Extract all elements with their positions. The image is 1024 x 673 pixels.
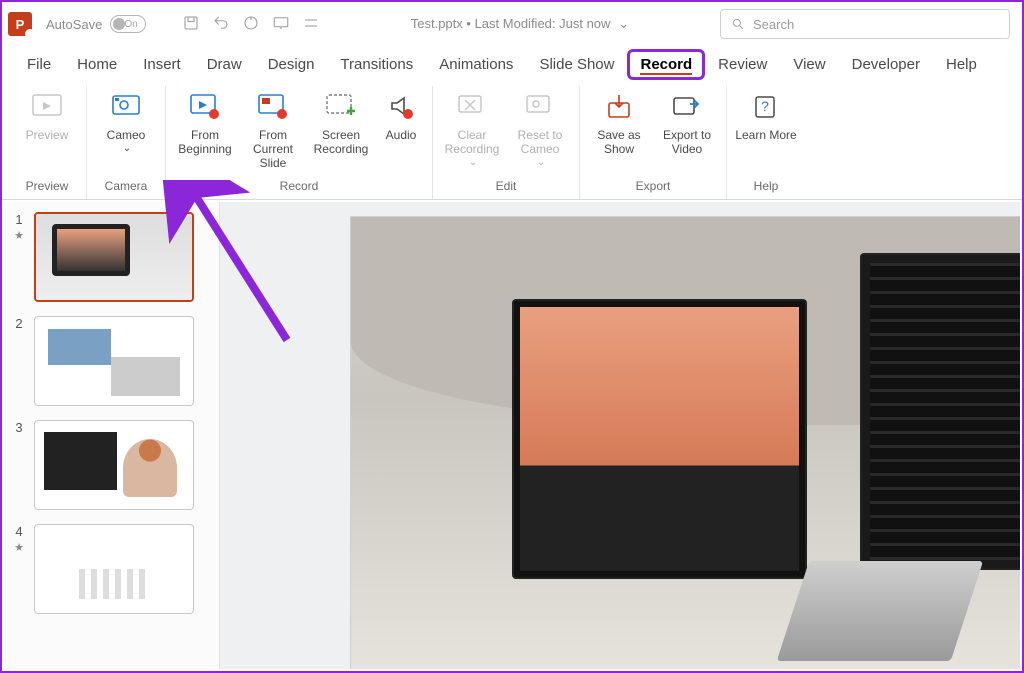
title-bar: P AutoSave On Test.pptx • Last Modified:…	[2, 2, 1022, 46]
cameo-button[interactable]: Cameo ⌄	[93, 86, 159, 156]
group-edit: Clear Recording⌄ Reset to Cameo⌄ Edit	[433, 86, 580, 199]
app-icon: P	[8, 12, 32, 36]
current-slide[interactable]	[350, 216, 1020, 669]
learn-more-button[interactable]: ? Learn More	[733, 86, 799, 142]
present-icon[interactable]	[272, 14, 290, 35]
redo-icon[interactable]	[242, 14, 260, 35]
overflow-icon[interactable]	[302, 14, 320, 35]
save-as-show-button[interactable]: Save as Show	[586, 86, 652, 156]
tab-animations[interactable]: Animations	[426, 50, 526, 79]
save-as-show-icon	[602, 90, 636, 124]
reset-cameo-icon	[523, 90, 557, 124]
undo-icon[interactable]	[212, 14, 230, 35]
tab-design[interactable]: Design	[255, 50, 328, 79]
cameo-icon	[109, 90, 143, 124]
group-help: ? Learn More Help	[727, 86, 805, 199]
search-input[interactable]: Search	[720, 9, 1010, 39]
autosave-toggle[interactable]: AutoSave On	[46, 15, 168, 33]
chevron-down-icon: ⌄	[618, 16, 629, 31]
preview-button: Preview	[14, 86, 80, 142]
animation-star-icon: ★	[14, 541, 24, 554]
tab-transitions[interactable]: Transitions	[327, 50, 426, 79]
slide-thumbnails-panel[interactable]: 1★ 2 3 4★	[4, 202, 220, 669]
tab-developer[interactable]: Developer	[839, 50, 933, 79]
from-beginning-icon	[188, 90, 222, 124]
tab-review[interactable]: Review	[705, 50, 780, 79]
audio-icon	[384, 90, 418, 124]
quick-access-toolbar	[182, 14, 320, 35]
group-camera: Cameo ⌄ Camera	[87, 86, 166, 199]
from-beginning-button[interactable]: From Beginning	[172, 86, 238, 156]
ribbon: Preview Preview Cameo ⌄ Camera From Begi…	[2, 82, 1022, 200]
autosave-label: AutoSave	[46, 17, 102, 32]
group-export: Save as Show Export to Video Export	[580, 86, 727, 199]
workspace: 1★ 2 3 4★	[4, 202, 1020, 669]
screen-recording-button[interactable]: Screen Recording	[308, 86, 374, 156]
from-current-icon	[256, 90, 290, 124]
ribbon-tabs: File Home Insert Draw Design Transitions…	[2, 46, 1022, 82]
preview-icon	[30, 90, 64, 124]
learn-more-icon: ?	[749, 90, 783, 124]
from-current-slide-button[interactable]: From Current Slide	[240, 86, 306, 170]
thumbnail-1[interactable]: 1★	[12, 212, 211, 302]
search-icon	[731, 17, 745, 31]
tab-help[interactable]: Help	[933, 50, 990, 79]
clear-recording-icon	[455, 90, 489, 124]
export-video-icon	[670, 90, 704, 124]
tab-insert[interactable]: Insert	[130, 50, 194, 79]
tab-view[interactable]: View	[780, 50, 838, 79]
clear-recording-button: Clear Recording⌄	[439, 86, 505, 170]
audio-button[interactable]: Audio	[376, 86, 426, 142]
thumbnail-3[interactable]: 3	[12, 420, 211, 510]
tab-file[interactable]: File	[14, 50, 64, 79]
thumbnail-2[interactable]: 2	[12, 316, 211, 406]
document-title[interactable]: Test.pptx • Last Modified: Just now ⌄	[320, 16, 720, 32]
reset-cameo-button: Reset to Cameo⌄	[507, 86, 573, 170]
tab-record[interactable]: Record	[627, 49, 705, 80]
tab-home[interactable]: Home	[64, 50, 130, 79]
group-preview: Preview Preview	[8, 86, 87, 199]
svg-text:?: ?	[761, 98, 769, 114]
chevron-down-icon: ⌄	[123, 142, 131, 156]
export-to-video-button[interactable]: Export to Video	[654, 86, 720, 156]
slide-canvas[interactable]	[220, 202, 1020, 669]
thumbnail-4[interactable]: 4★	[12, 524, 211, 614]
tab-slide-show[interactable]: Slide Show	[526, 50, 627, 79]
animation-star-icon: ★	[14, 229, 24, 242]
group-record: From Beginning From Current Slide Screen…	[166, 86, 433, 199]
screen-recording-icon	[324, 90, 358, 124]
autosave-switch-text: On	[124, 19, 137, 30]
save-icon[interactable]	[182, 14, 200, 35]
tab-draw[interactable]: Draw	[194, 50, 255, 79]
